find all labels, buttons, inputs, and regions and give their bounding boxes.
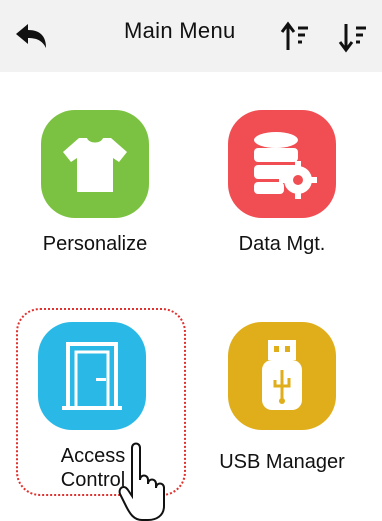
access-control-tile-icon [38,322,146,430]
sort-ascending-icon [280,21,308,50]
page-title: Main Menu [124,18,236,43]
door-icon [62,342,122,410]
sort-descending-button[interactable] [338,20,368,54]
menu-item-usb-manager[interactable]: USB Manager [207,312,357,473]
database-gear-icon [254,132,317,199]
back-arrow-icon [16,24,46,48]
menu-item-label: USB Manager [219,451,345,473]
header-bar: Main Menu [0,0,382,72]
tshirt-icon [63,138,127,192]
data-mgt-tile-icon [228,110,336,218]
menu-item-label: Personalize [42,233,148,255]
menu-item-data-mgt[interactable]: Data Mgt. [207,110,357,270]
menu-item-personalize[interactable]: Personalize [20,110,170,270]
sort-ascending-button[interactable] [280,20,310,54]
sort-descending-icon [338,24,366,53]
menu-item-label: Data Mgt. [238,233,326,255]
hand-pointer-icon [118,442,165,521]
personalize-tile-icon [41,110,149,218]
usb-manager-tile-icon [228,322,336,430]
usb-drive-icon [262,340,302,410]
back-button[interactable] [14,22,54,52]
